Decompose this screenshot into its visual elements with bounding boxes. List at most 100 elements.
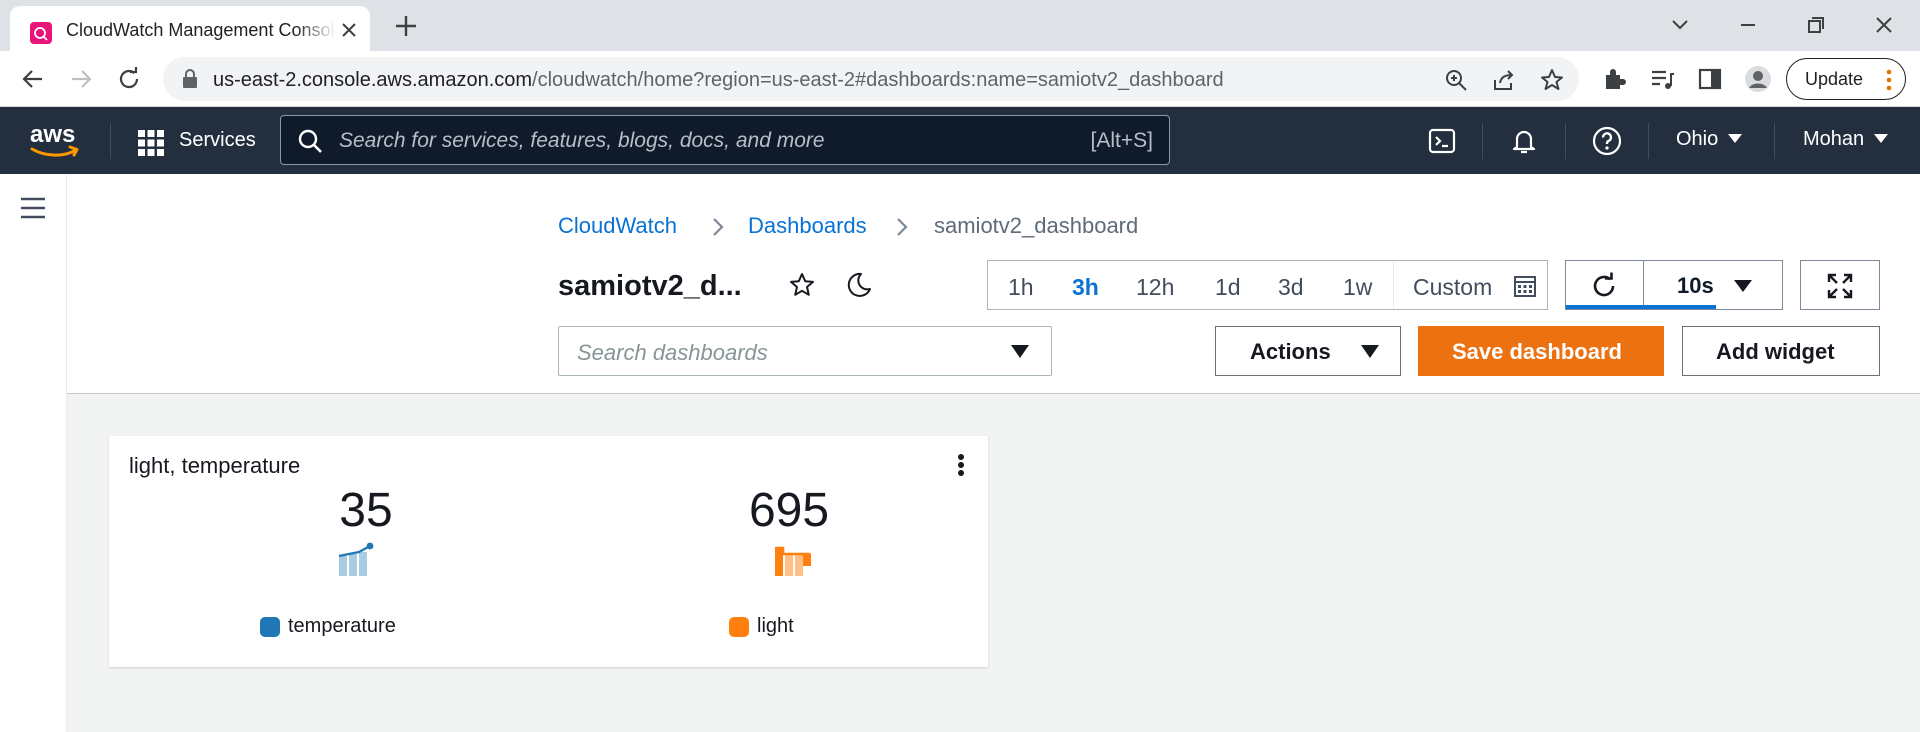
update-button[interactable]: Update	[1786, 58, 1906, 100]
calendar-icon[interactable]	[1513, 274, 1537, 298]
nav-divider	[1774, 123, 1775, 159]
time-range-1h[interactable]: 1h	[1008, 274, 1034, 301]
number-widget[interactable]: light, temperature 35 695 temperature li…	[109, 436, 988, 667]
time-range-1w[interactable]: 1w	[1343, 274, 1372, 301]
cloudshell-icon[interactable]	[1426, 125, 1458, 157]
account-label: Mohan	[1803, 128, 1865, 150]
account-menu[interactable]: Mohan	[1803, 128, 1889, 151]
caret-down-icon	[1011, 345, 1029, 358]
fullscreen-button[interactable]	[1800, 260, 1880, 310]
browser-tab[interactable]: CloudWatch Management Console	[10, 6, 370, 51]
zoom-icon[interactable]	[1443, 67, 1469, 93]
forward-arrow-icon[interactable]	[67, 65, 95, 93]
aws-logo-icon[interactable]: aws	[28, 121, 84, 161]
notifications-bell-icon[interactable]	[1508, 125, 1540, 157]
back-arrow-icon[interactable]	[19, 65, 47, 93]
more-vertical-icon	[1881, 69, 1897, 91]
services-grid-icon	[137, 129, 165, 157]
share-icon[interactable]	[1491, 67, 1517, 93]
legend-label: light	[757, 615, 794, 637]
aws-top-nav: aws Services Search for services, featur…	[0, 107, 1920, 174]
address-bar[interactable]: us-east-2.console.aws.amazon.com/cloudwa…	[163, 57, 1579, 101]
chevron-right-icon	[708, 216, 728, 238]
nav-divider	[1565, 123, 1566, 159]
expand-icon	[1827, 273, 1853, 299]
menu-hamburger-icon[interactable]	[20, 197, 46, 219]
extensions-icon[interactable]	[1600, 65, 1628, 93]
minimize-icon[interactable]	[1733, 10, 1763, 40]
add-widget-label: Add widget	[1716, 339, 1835, 364]
refresh-control: 10s	[1565, 260, 1783, 310]
region-selector[interactable]: Ohio	[1676, 128, 1743, 151]
profile-avatar-icon[interactable]	[1744, 65, 1772, 93]
lock-icon[interactable]	[181, 69, 199, 89]
url-text: us-east-2.console.aws.amazon.com/cloudwa…	[213, 69, 1224, 92]
cloudwatch-favicon-icon	[30, 22, 52, 44]
legend-swatch	[729, 617, 749, 637]
metric-value-temperature: 35	[339, 484, 393, 537]
search-icon	[297, 128, 323, 154]
time-range-3h[interactable]: 3h	[1072, 274, 1099, 301]
favorite-star-icon[interactable]	[788, 271, 816, 299]
caret-down-icon[interactable]	[1734, 280, 1752, 292]
new-tab-icon[interactable]	[392, 12, 420, 40]
nav-divider	[1482, 123, 1483, 159]
aws-search-placeholder: Search for services, features, blogs, do…	[339, 129, 825, 152]
bookmark-star-icon[interactable]	[1539, 67, 1565, 93]
time-range-custom[interactable]: Custom	[1413, 274, 1492, 301]
reload-icon[interactable]	[115, 65, 143, 93]
services-label: Services	[179, 129, 256, 151]
time-range-1d[interactable]: 1d	[1215, 274, 1241, 301]
refresh-button[interactable]	[1566, 261, 1644, 309]
add-widget-button[interactable]: Add widget	[1682, 326, 1880, 376]
breadcrumb-dashboards[interactable]: Dashboards	[748, 213, 867, 239]
aws-search-input[interactable]: Search for services, features, blogs, do…	[280, 115, 1170, 165]
restore-icon[interactable]	[1801, 10, 1831, 40]
svg-text:aws: aws	[30, 121, 75, 148]
actions-button[interactable]: Actions	[1215, 326, 1401, 376]
dark-mode-moon-icon[interactable]	[845, 271, 873, 299]
light-sparkline-icon	[773, 542, 813, 576]
caret-down-icon	[1874, 134, 1889, 143]
media-queue-icon[interactable]	[1648, 65, 1676, 93]
dashboard-search-select[interactable]: Search dashboards	[558, 326, 1052, 376]
tab-search-chevron-icon[interactable]	[1665, 10, 1695, 40]
nav-divider	[1648, 123, 1649, 159]
breadcrumb-cloudwatch[interactable]: CloudWatch	[558, 213, 677, 239]
update-label: Update	[1805, 69, 1864, 89]
browser-tab-title: CloudWatch Management Console	[66, 20, 336, 40]
search-shortcut-hint: [Alt+S]	[1090, 129, 1153, 152]
browser-toolbar: us-east-2.console.aws.amazon.com/cloudwa…	[0, 51, 1920, 107]
caret-down-icon	[1361, 345, 1379, 358]
browser-tab-strip: CloudWatch Management Console	[0, 0, 1920, 51]
breadcrumb-current: samiotv2_dashboard	[934, 213, 1139, 238]
legend-swatch	[260, 617, 280, 637]
auto-refresh-progress	[1566, 305, 1716, 309]
side-panel-icon[interactable]	[1696, 65, 1724, 93]
url-host: us-east-2.console.aws.amazon.com	[213, 69, 533, 91]
dashboard-search-placeholder: Search dashboards	[577, 340, 768, 365]
close-tab-icon[interactable]	[337, 18, 361, 42]
time-range-selector: 1h 3h 12h 1d 3d 1w Custom	[987, 260, 1548, 310]
metric-value-light: 695	[748, 484, 830, 537]
legend-label: temperature	[288, 615, 396, 637]
region-label: Ohio	[1676, 128, 1719, 150]
caret-down-icon	[1728, 134, 1743, 143]
time-range-3d[interactable]: 3d	[1278, 274, 1304, 301]
chevron-right-icon	[892, 216, 912, 238]
time-range-divider	[1393, 261, 1394, 309]
close-window-icon[interactable]	[1869, 10, 1899, 40]
page-title: samiotv2_d...	[558, 270, 742, 302]
refresh-icon	[1590, 272, 1618, 300]
side-navigation-rail	[0, 174, 67, 732]
url-path: /cloudwatch/home?region=us-east-2#dashbo…	[532, 69, 1224, 91]
time-range-12h[interactable]: 12h	[1136, 274, 1174, 301]
actions-label: Actions	[1250, 339, 1331, 364]
temperature-sparkline-icon	[337, 542, 377, 576]
save-dashboard-button[interactable]: Save dashboard	[1418, 326, 1664, 376]
nav-divider	[110, 123, 111, 159]
widget-menu-icon[interactable]	[956, 452, 966, 480]
widget-title: light, temperature	[129, 453, 301, 478]
help-icon[interactable]	[1591, 125, 1623, 157]
refresh-interval-select[interactable]: 10s	[1677, 273, 1714, 299]
